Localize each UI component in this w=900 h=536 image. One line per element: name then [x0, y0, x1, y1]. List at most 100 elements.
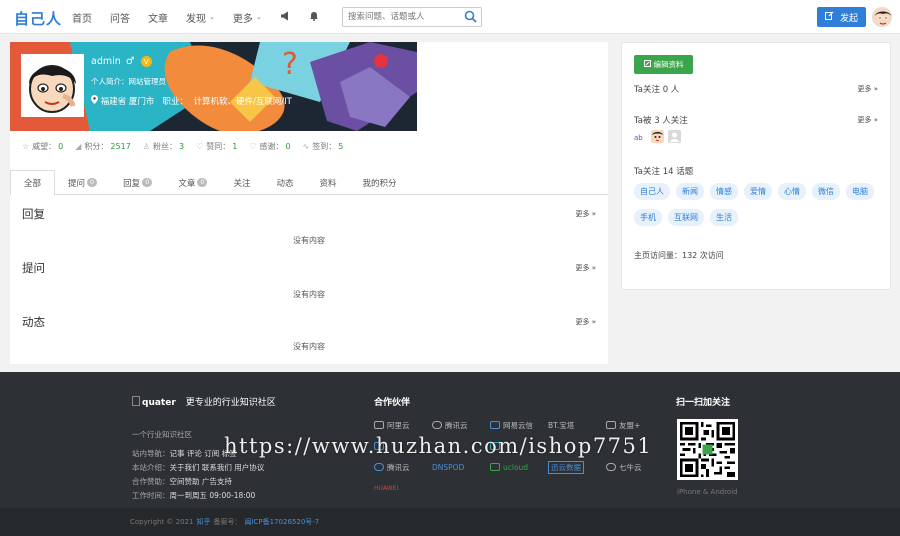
partner-logo[interactable]: ucloud — [490, 461, 548, 473]
pulse-icon: ∿ — [302, 142, 310, 151]
stat-agree: ♡ 赞同： 1 — [196, 141, 237, 152]
footer-intro: 一个行业知识社区 — [132, 430, 192, 439]
topic-tag[interactable]: 心情 — [778, 183, 806, 200]
topic-tag[interactable]: 爱情 — [744, 183, 772, 200]
profile-tabs: 全部 提问 0 回复 0 文章 0 关注 动态 资料 我的积分 — [10, 170, 608, 196]
partner-name: 腾讯云 — [387, 462, 410, 472]
following-users-count: Ta关注 0 人 — [634, 85, 680, 95]
copyright-bar: Copyright © 2021 知乎 备案号： 闽ICP备17026520号-… — [0, 508, 900, 536]
search-input[interactable] — [343, 8, 459, 26]
topic-list: 自己人 新闻 情感 爱情 心情 微信 电脑 手机 互联网 生活 — [634, 183, 884, 235]
partner-name: 迅云数据 — [548, 460, 584, 474]
count-badge: 0 — [142, 178, 153, 187]
copyright-text: Copyright © 2021 — [130, 518, 194, 526]
activity-more-link[interactable]: 更多 » — [575, 317, 596, 327]
bell-icon[interactable] — [309, 11, 319, 24]
avatar[interactable] — [651, 130, 664, 143]
nav-more[interactable]: 更多 ⌄ — [233, 10, 262, 25]
tab-questions[interactable]: 提问 0 — [55, 170, 110, 195]
count-badge: 0 — [87, 178, 98, 187]
profile-stats: ☆ 威望： 0 ◢ 积分： 2517 ♙ 粉丝： 3 ♡ 赞同： 1 ♡ 感谢： 0 ∿ 签到： 5 — [22, 141, 355, 152]
footer-about-row: 本站介绍：关于我们 联系我们 用户协议 — [132, 462, 264, 473]
qr-code — [677, 419, 738, 480]
footer-label: 本站介绍： — [132, 463, 170, 472]
vip-badge-icon: V — [140, 56, 152, 67]
partner-logo[interactable]: 网易云信 — [490, 419, 548, 431]
following-users-more[interactable]: 更多 » — [857, 84, 878, 94]
post-button[interactable]: 发起 — [817, 7, 866, 27]
partners-title: 合作伙伴 — [374, 398, 411, 408]
followers-more[interactable]: 更多 » — [857, 115, 878, 125]
topic-tag[interactable]: 情感 — [710, 183, 738, 200]
edit-profile-button[interactable]: 编辑资料 — [634, 55, 693, 74]
footer-sponsor-links[interactable]: 空间赞助 广告支持 — [170, 477, 232, 486]
search-icon[interactable] — [464, 10, 478, 24]
partner-logo[interactable]: 友盟+ — [606, 419, 664, 431]
following-topics-count: Ta关注 14 话题 — [634, 167, 694, 177]
signal-icon: ◢ — [75, 142, 82, 151]
partner-logo[interactable]: 七牛云 — [606, 461, 664, 473]
nav-home[interactable]: 首页 — [72, 10, 92, 25]
star-icon: ☆ — [22, 142, 30, 151]
topic-tag[interactable]: 自己人 — [634, 183, 670, 200]
megaphone-icon[interactable] — [280, 11, 291, 24]
partner-name: DNSPOD — [432, 462, 465, 472]
footer-logo[interactable]: quater — [132, 396, 176, 408]
topic-tag[interactable]: 新闻 — [676, 183, 704, 200]
tab-profile[interactable]: 资料 — [307, 170, 350, 195]
tab-replies[interactable]: 回复 0 — [110, 170, 165, 195]
stat-label: 签到： — [312, 142, 337, 151]
tab-articles[interactable]: 文章 0 — [165, 170, 220, 195]
count-badge: 0 — [197, 178, 208, 187]
partner-logo[interactable]: DNSPOD — [432, 461, 490, 473]
nav-questions[interactable]: 问答 — [110, 10, 130, 25]
topic-tag[interactable]: 电脑 — [846, 183, 874, 200]
nav-more-label: 更多 — [232, 13, 253, 25]
chevron-down-icon: ⌄ — [255, 13, 262, 21]
stat-label: 赞同： — [206, 142, 231, 151]
stat-points: ◢ 积分： 2517 — [75, 141, 131, 152]
tab-all[interactable]: 全部 — [10, 170, 56, 196]
partner-logo[interactable]: 迅云数据 — [548, 460, 606, 474]
tab-label: 动态 — [276, 178, 294, 189]
partner-logo[interactable]: 阿里云 — [374, 419, 432, 431]
tab-following[interactable]: 关注 — [220, 170, 263, 195]
footer-label: 工作时间： — [132, 491, 170, 500]
nav-discover[interactable]: 发现 ⌄ — [186, 10, 215, 25]
partner-icon — [606, 421, 616, 429]
topic-tag[interactable]: 微信 — [812, 183, 840, 200]
user-avatar[interactable] — [872, 7, 892, 27]
icp-label: 备案号： — [213, 518, 242, 526]
profile-visits: 主页访问量：132 次访问 — [634, 251, 724, 260]
activity-empty-text: 没有内容 — [293, 342, 325, 351]
section-title-questions: 提问 — [22, 261, 45, 275]
topic-tag[interactable]: 生活 — [710, 209, 738, 226]
tab-my-points[interactable]: 我的积分 — [350, 170, 410, 195]
partner-logo[interactable]: HUAWEI — [374, 482, 432, 494]
footer-slogan: 更专业的行业知识社区 — [185, 398, 276, 408]
avatar[interactable]: ab — [634, 130, 647, 143]
partner-logo[interactable]: BT.宝塔 — [548, 419, 606, 431]
edit-icon — [643, 60, 651, 69]
svg-text:?: ? — [282, 47, 298, 82]
partner-name: 友盟+ — [619, 420, 641, 430]
topic-tag[interactable]: 互联网 — [668, 209, 704, 226]
partner-logo[interactable]: 腾讯云 — [432, 419, 490, 431]
tab-label: 我的积分 — [362, 178, 397, 189]
avatar[interactable] — [668, 130, 681, 143]
questions-more-link[interactable]: 更多 » — [575, 263, 596, 273]
qr-title: 扫一扫加关注 — [676, 398, 731, 408]
top-navbar: 自己人 首页 问答 文章 发现⌄ 更多⌄ 发起 — [0, 0, 900, 34]
follower-avatars: ab — [634, 130, 685, 143]
replies-more-link[interactable]: 更多 » — [575, 209, 596, 219]
footer-about-links[interactable]: 关于我们 联系我们 用户协议 — [170, 463, 265, 472]
tab-activity[interactable]: 动态 — [264, 170, 307, 195]
copyright-site-link[interactable]: 知乎 — [196, 517, 210, 527]
profile-bio: 个人简介：网站管理员 — [91, 77, 166, 86]
topic-tag[interactable]: 手机 — [634, 209, 662, 226]
stat-value: 2517 — [110, 142, 131, 151]
partner-logo[interactable]: 腾讯云 — [374, 461, 432, 473]
nav-articles[interactable]: 文章 — [148, 10, 168, 25]
site-logo[interactable]: 自己人 — [14, 8, 62, 29]
icp-link[interactable]: 闽ICP备17026520号-7 — [244, 517, 319, 527]
